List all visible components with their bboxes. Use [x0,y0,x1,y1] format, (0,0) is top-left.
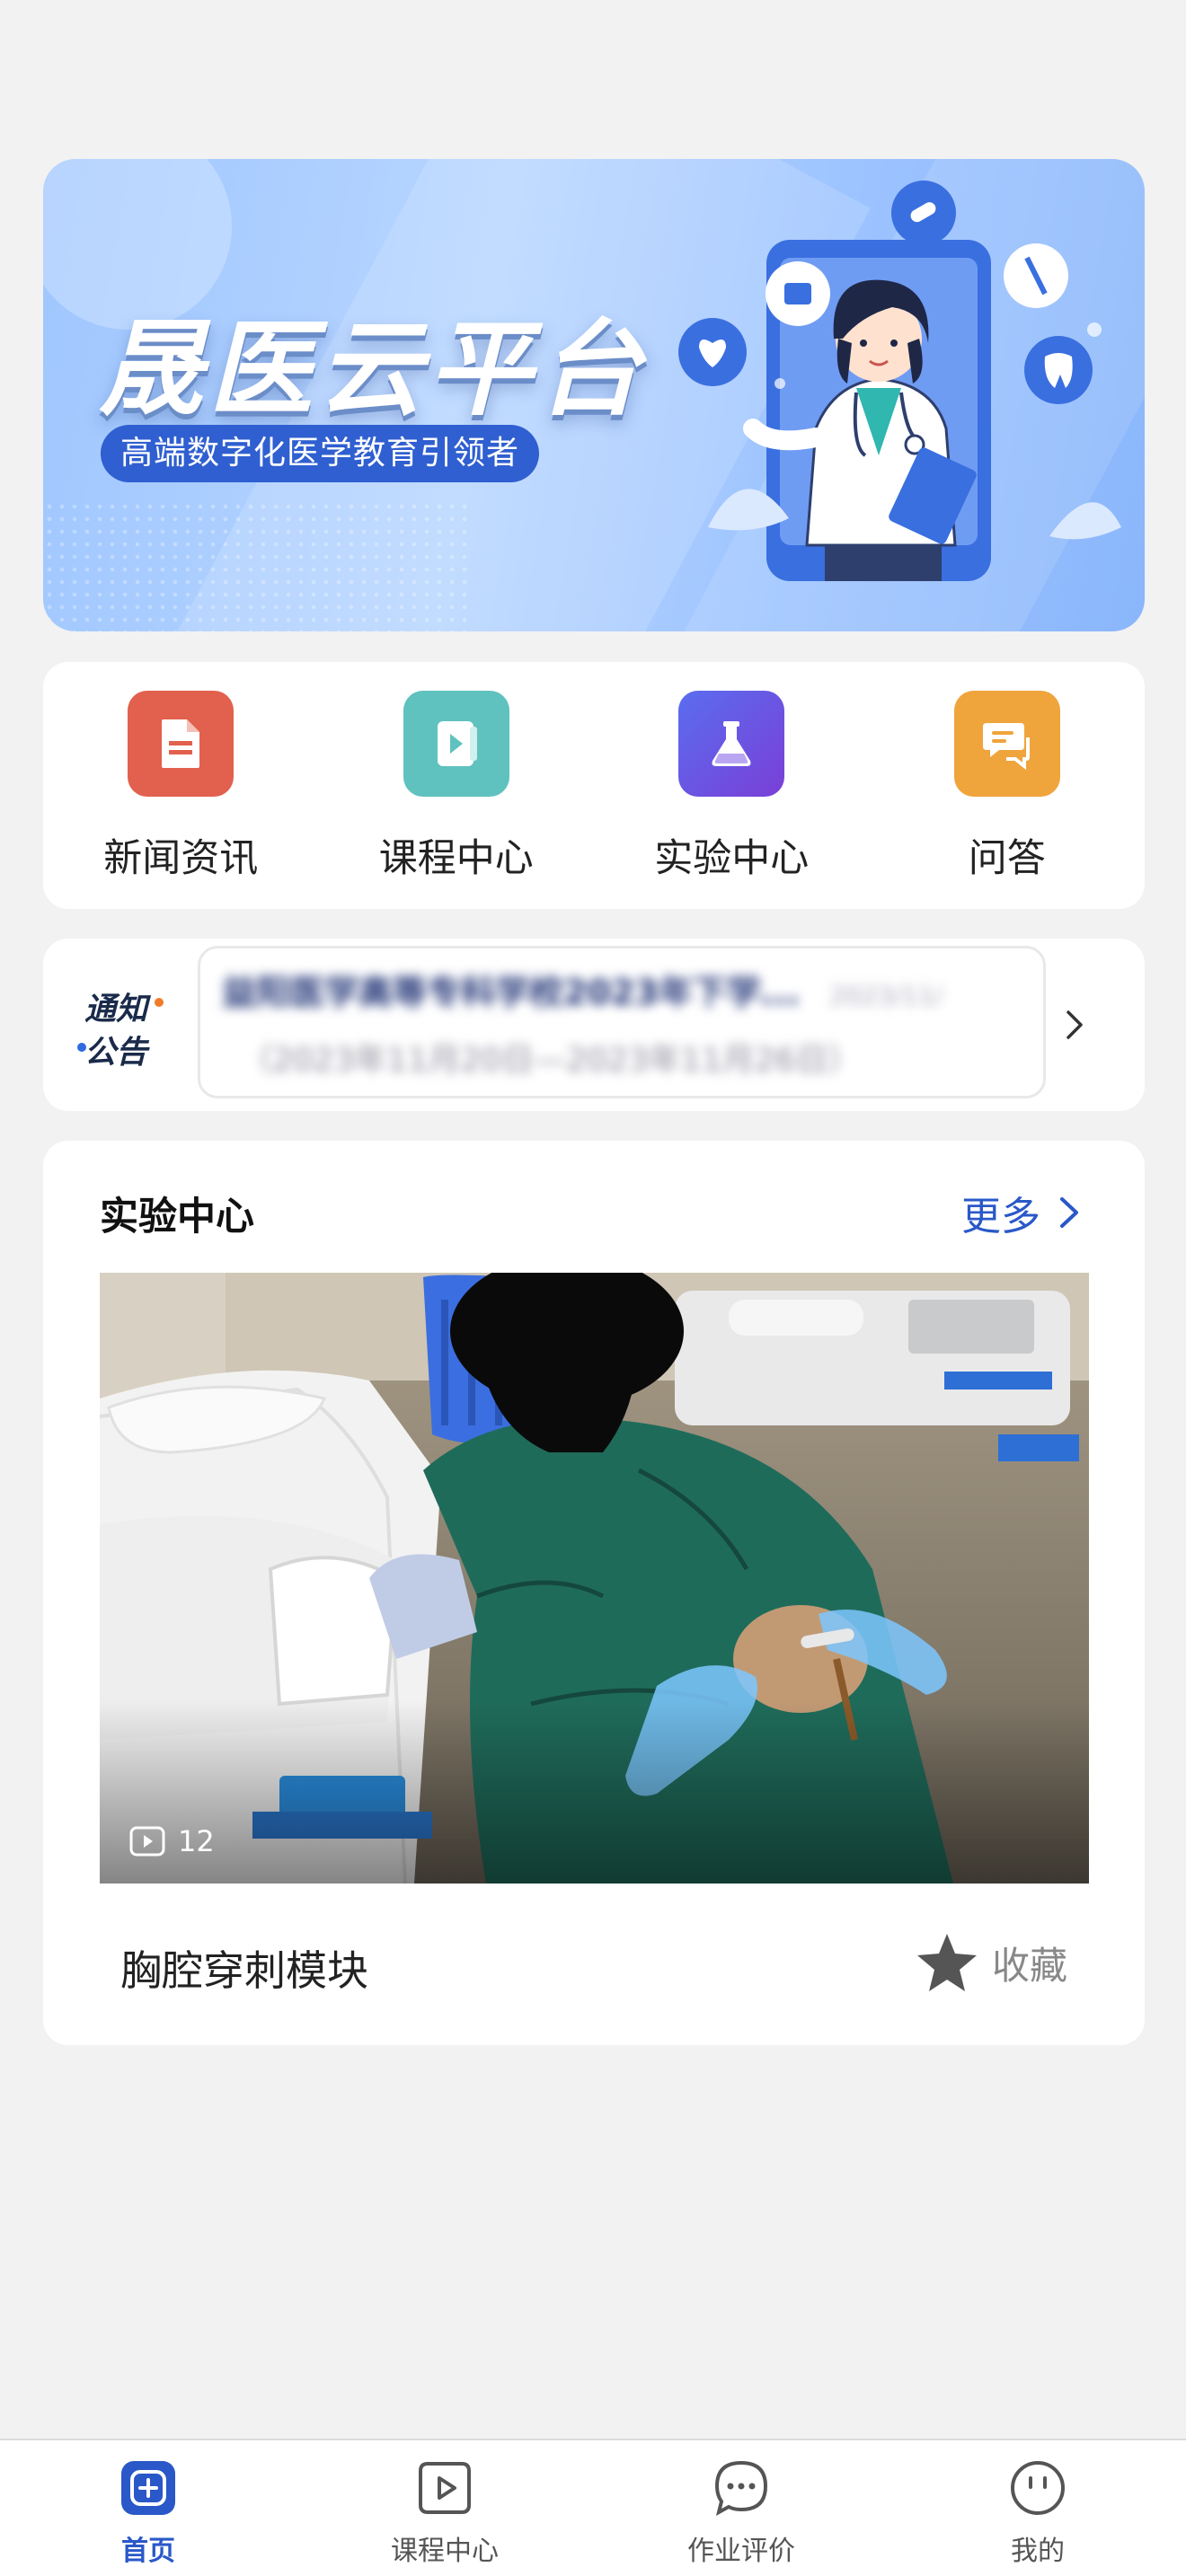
tab-homework[interactable]: 作业评价 [593,2440,890,2576]
menu-label: 问答 [968,836,1046,881]
play-count-value: 12 [178,1824,215,1858]
menu-item-news[interactable]: 新闻资讯 [43,662,319,909]
notice-bar[interactable]: 通知 公告 益阳医学高等专科学校2023年下学... 2023/11/ （202… [43,939,1145,1111]
notice-content[interactable]: 益阳医学高等专科学校2023年下学... 2023/11/ （2023年11月2… [198,946,1046,1098]
notice-title-text: 益阳医学高等专科学校2023年下学... [222,973,801,1012]
video-play-icon [129,1826,165,1857]
notice-logo: 通知 公告 [77,984,171,1071]
flask-icon [678,691,785,797]
tab-home[interactable]: 首页 [0,2440,296,2576]
profile-icon [1011,2461,1065,2515]
course-thumbnail[interactable]: 12 [100,1273,1089,1883]
more-label: 更多 [961,1194,1040,1239]
chevron-right-icon [1060,1197,1078,1228]
tab-label: 作业评价 [687,2536,795,2567]
tab-label: 我的 [1011,2536,1065,2567]
document-icon [128,691,235,797]
bottom-tab-bar: 首页 课程中心 作业评价 我的 [0,2439,1186,2576]
notice-dot [155,998,164,1007]
favorite-button[interactable]: 收藏 [915,1931,1067,1994]
favorite-label: 收藏 [991,1943,1067,1988]
thoracentesis-scene-image [100,1273,1089,1883]
tab-label: 课程中心 [391,2536,499,2567]
menu-label: 课程中心 [378,836,534,881]
notice-title: 益阳医学高等专科学校2023年下学... 2023/11/ [222,965,1022,1014]
video-icon [403,691,509,797]
comment-icon [714,2460,768,2516]
doctor-illustration [678,181,1121,581]
lab-section: 实验中心 更多 12 胸腔穿刺模块 收藏 [43,1141,1145,2045]
tab-label: 首页 [121,2536,175,2567]
menu-item-courses[interactable]: 课程中心 [319,662,595,909]
menu-item-lab[interactable]: 实验中心 [594,662,870,909]
notice-logo-line1: 通知 [84,992,148,1028]
notice-date: 2023/11/ [829,981,943,1010]
play-count: 12 [129,1824,215,1858]
more-link[interactable]: 更多 [961,1184,1082,1241]
banner-decoration [43,500,474,631]
hero-banner[interactable]: 晟医云平台 高端数字化医学教育引领者 [43,159,1145,631]
chat-icon [953,691,1060,797]
banner-subtitle: 高端数字化医学教育引领者 [101,425,540,482]
tab-courses[interactable]: 课程中心 [296,2440,593,2576]
banner-title: 晟医云平台 [99,309,647,430]
play-icon [419,2462,471,2514]
home-icon [121,2461,175,2515]
home-page: 晟医云平台 高端数字化医学教育引领者 新闻资讯 课程中心 实验中心 问答 通知 … [0,0,1186,2576]
menu-label: 新闻资讯 [103,836,259,881]
tab-profile[interactable]: 我的 [890,2440,1186,2576]
notice-dates-range: （2023年11月20日—2023年11月26日） [240,1042,861,1079]
quick-menu: 新闻资讯 课程中心 实验中心 问答 [43,662,1145,909]
menu-label: 实验中心 [654,836,810,881]
menu-item-qa[interactable]: 问答 [870,662,1146,909]
notice-logo-line2: 公告 [84,1035,148,1071]
section-title: 实验中心 [100,1195,254,1239]
star-icon [916,1934,977,1991]
course-name[interactable]: 胸腔穿刺模块 [120,1938,368,1998]
chevron-right-icon[interactable] [1057,1007,1093,1043]
